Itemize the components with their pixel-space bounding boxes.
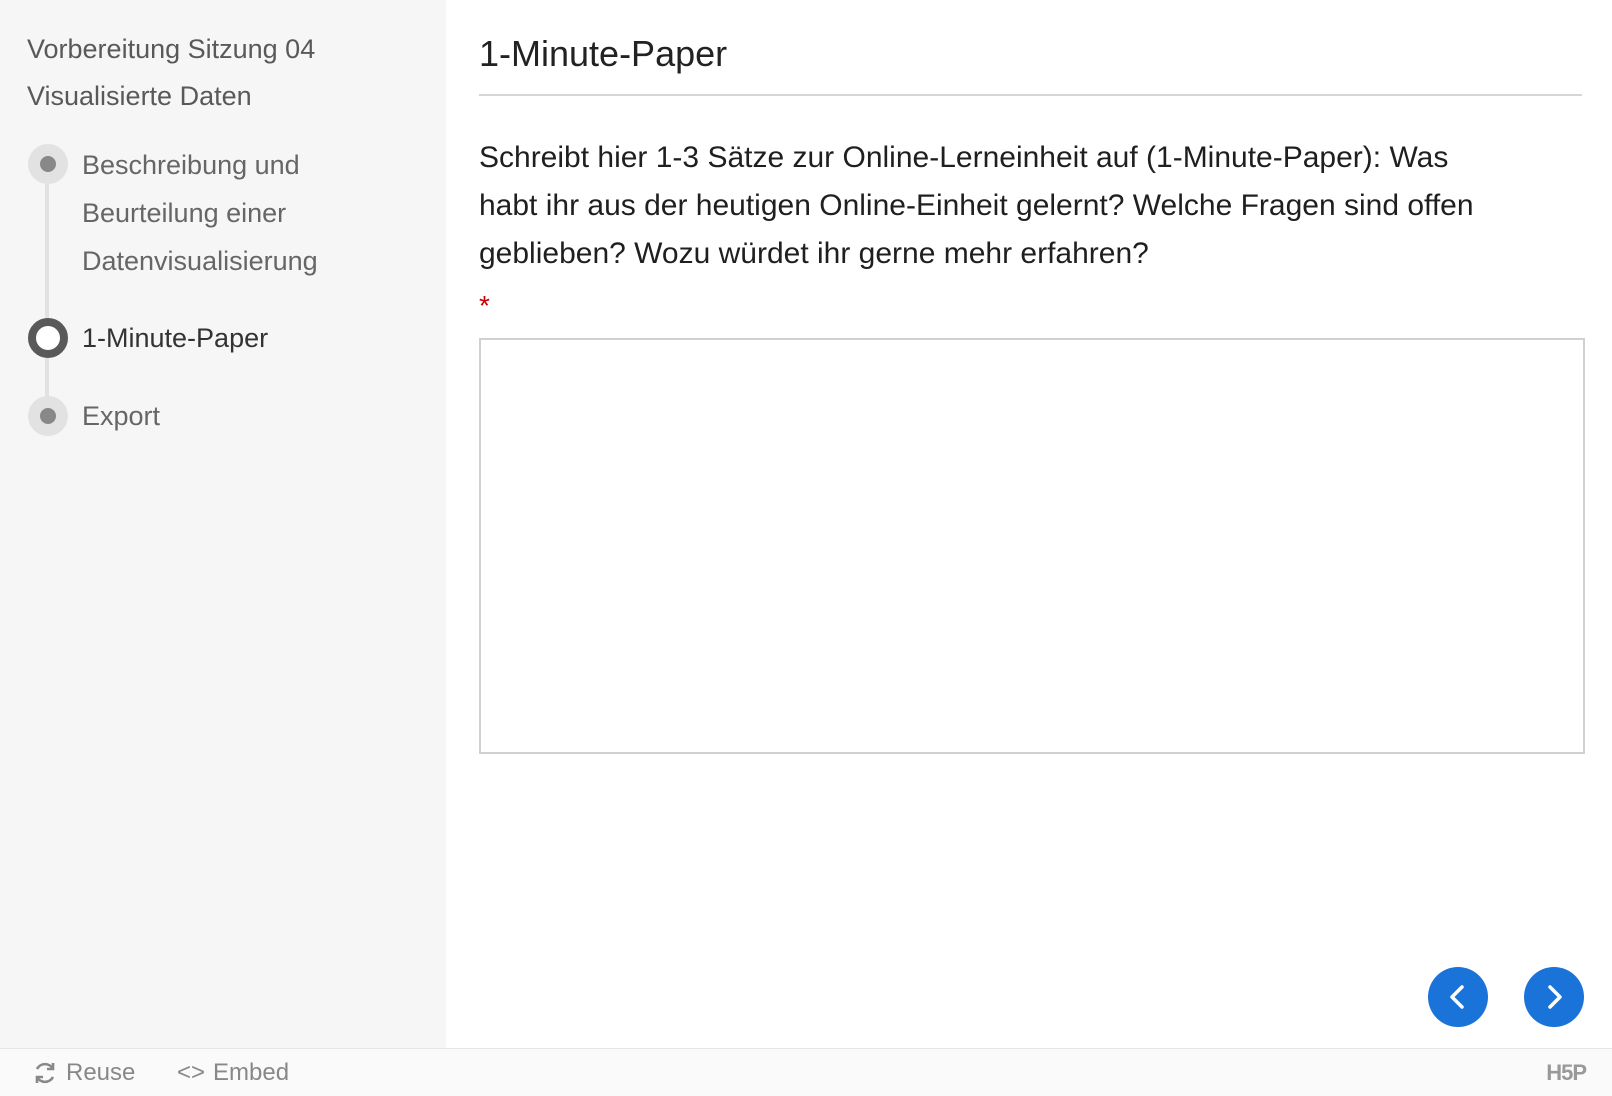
chevron-left-icon bbox=[1450, 985, 1464, 1009]
reuse-button[interactable]: Reuse bbox=[32, 1049, 135, 1096]
previous-button[interactable] bbox=[1428, 967, 1488, 1027]
embed-button[interactable]: <> Embed bbox=[177, 1049, 289, 1096]
reuse-icon bbox=[32, 1060, 58, 1086]
step-label-line: Datenvisualisierung bbox=[82, 246, 318, 276]
chevron-right-icon bbox=[1548, 985, 1562, 1009]
step-dot-inner bbox=[40, 156, 56, 172]
embed-label: Embed bbox=[213, 1058, 290, 1086]
h5p-logo[interactable]: H5P bbox=[1546, 1060, 1587, 1086]
reuse-label: Reuse bbox=[66, 1058, 136, 1086]
question-line: Schreibt hier 1-3 Sätze zur Online-Lerne… bbox=[479, 141, 1449, 174]
step-label-line: Export bbox=[82, 401, 161, 431]
sidebar-title-line2: Visualisierte Daten bbox=[27, 81, 252, 111]
footer-bar: Reuse <> Embed H5P bbox=[0, 1048, 1612, 1096]
sidebar-title: Vorbereitung Sitzung 04 Visualisierte Da… bbox=[27, 26, 427, 120]
sidebar-title-line1: Vorbereitung Sitzung 04 bbox=[27, 34, 316, 64]
sidebar-item-beschreibung[interactable]: Beschreibung und Beurteilung einer Daten… bbox=[82, 141, 422, 285]
step-dot-visited[interactable] bbox=[28, 144, 68, 184]
embed-icon: <> bbox=[177, 1058, 206, 1086]
step-dot-current[interactable] bbox=[28, 318, 68, 358]
sidebar: Vorbereitung Sitzung 04 Visualisierte Da… bbox=[0, 0, 446, 1048]
required-marker: * bbox=[479, 290, 490, 321]
page-title: 1-Minute-Paper bbox=[479, 33, 728, 74]
title-divider bbox=[479, 94, 1582, 96]
step-dot-inner bbox=[40, 408, 56, 424]
step-label-line: Beschreibung und bbox=[82, 150, 300, 180]
answer-textarea[interactable] bbox=[479, 338, 1585, 754]
step-dot-upcoming[interactable] bbox=[28, 396, 68, 436]
question-line: habt ihr aus der heutigen Online-Einheit… bbox=[479, 189, 1474, 222]
question-text: Schreibt hier 1-3 Sätze zur Online-Lerne… bbox=[479, 134, 1579, 278]
sidebar-item-export[interactable]: Export bbox=[82, 392, 422, 440]
next-button[interactable] bbox=[1524, 967, 1584, 1027]
question-line: geblieben? Wozu würdet ihr gerne mehr er… bbox=[479, 237, 1149, 270]
step-label-line: Beurteilung einer bbox=[82, 198, 287, 228]
step-progress-line bbox=[45, 184, 49, 419]
step-label-line: 1-Minute-Paper bbox=[82, 323, 269, 353]
sidebar-item-1-minute-paper[interactable]: 1-Minute-Paper bbox=[82, 314, 422, 362]
